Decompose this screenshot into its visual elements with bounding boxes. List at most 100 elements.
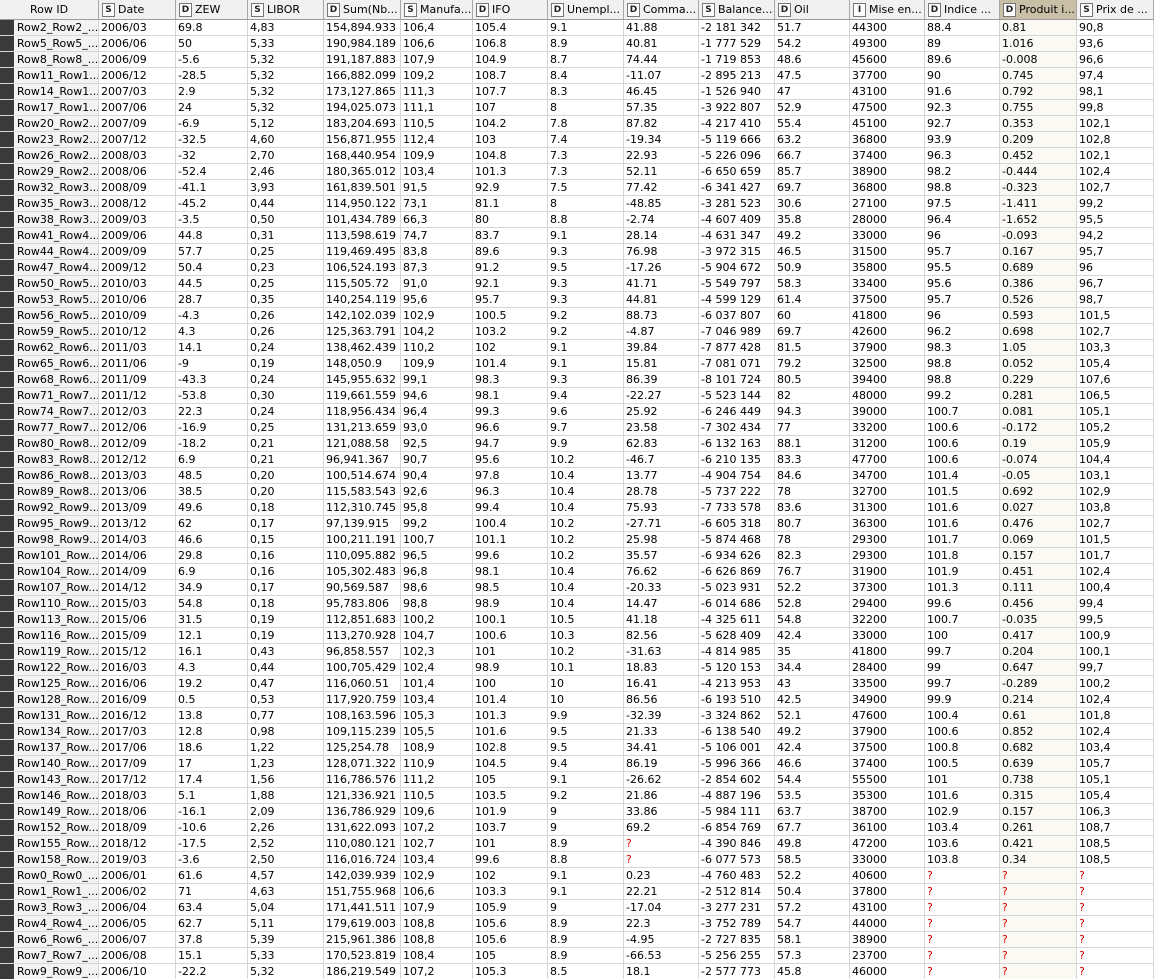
table-row[interactable]: Row110_Row... 2015/03 54.8 0,18 95,783.806 98… (0, 596, 1154, 612)
table-cell[interactable]: 10.2 (548, 548, 624, 564)
table-row[interactable]: Row140_Row... 2017/09 17 1,23 128,071.322 110… (0, 756, 1154, 772)
table-cell[interactable]: -0.05 (1000, 468, 1077, 484)
table-cell[interactable]: 1,23 (248, 756, 324, 772)
row-id-cell[interactable]: Row122_Row... (14, 660, 99, 676)
table-row[interactable]: Row3_Row3_... 2006/04 63.4 5,04 171,441.511 1… (0, 900, 1154, 916)
table-cell[interactable]: 61.6 (176, 868, 248, 884)
table-cell[interactable]: -0.074 (1000, 452, 1077, 468)
table-cell[interactable]: 106,6 (401, 884, 473, 900)
table-cell[interactable]: -5 874 468 (699, 532, 775, 548)
table-cell[interactable]: 25.92 (624, 404, 699, 420)
table-cell[interactable]: 94,6 (401, 388, 473, 404)
table-cell[interactable]: 87,3 (401, 260, 473, 276)
table-cell[interactable]: 49.6 (176, 500, 248, 516)
table-cell[interactable]: 13.8 (176, 708, 248, 724)
table-cell[interactable]: 95.7 (925, 244, 1000, 260)
table-cell[interactable]: 100,705.429 (324, 660, 401, 676)
table-cell[interactable]: -1.652 (1000, 212, 1077, 228)
table-cell[interactable]: 95,6 (401, 292, 473, 308)
table-row[interactable]: Row89_Row8... 2013/06 38.5 0,20 115,583.543 9… (0, 484, 1154, 500)
row-id-cell[interactable]: Row98_Row9... (14, 532, 99, 548)
table-cell[interactable]: 76.7 (775, 564, 850, 580)
table-row[interactable]: Row20_Row2... 2007/09 -6.9 5,12 183,204.693 1… (0, 116, 1154, 132)
table-cell[interactable]: 86.39 (624, 372, 699, 388)
table-cell[interactable]: -66.53 (624, 948, 699, 964)
table-cell[interactable]: 47700 (850, 452, 925, 468)
table-cell[interactable]: 98.1 (473, 388, 548, 404)
table-cell[interactable]: 98.2 (925, 164, 1000, 180)
table-cell[interactable]: -4 814 985 (699, 644, 775, 660)
table-cell[interactable]: 98.3 (925, 340, 1000, 356)
table-cell[interactable]: 5,32 (248, 52, 324, 68)
table-cell[interactable]: 103,4 (401, 164, 473, 180)
table-row[interactable]: Row29_Row2... 2008/06 -52.4 2,46 180,365.012… (0, 164, 1154, 180)
table-cell[interactable]: 100.6 (925, 436, 1000, 452)
table-cell[interactable]: 102 (473, 340, 548, 356)
column-header-7[interactable]: D Unempl... (548, 0, 624, 19)
table-cell[interactable]: 42.5 (775, 692, 850, 708)
table-cell[interactable]: 0.214 (1000, 692, 1077, 708)
table-cell[interactable]: -3.5 (176, 212, 248, 228)
table-cell[interactable]: 41.88 (624, 20, 699, 36)
table-cell[interactable]: 62.7 (176, 916, 248, 932)
row-id-cell[interactable]: Row7_Row7_... (14, 948, 99, 964)
table-cell[interactable]: 0.692 (1000, 484, 1077, 500)
table-cell[interactable]: 42.4 (775, 628, 850, 644)
table-cell[interactable]: 90,4 (401, 468, 473, 484)
table-cell[interactable]: 29.8 (176, 548, 248, 564)
table-cell[interactable]: 154,894.933 (324, 20, 401, 36)
table-cell[interactable]: 8.8 (548, 212, 624, 228)
table-cell[interactable]: 101.9 (473, 804, 548, 820)
table-cell[interactable]: 0.639 (1000, 756, 1077, 772)
table-cell[interactable]: 0.647 (1000, 660, 1077, 676)
table-cell[interactable]: 107,9 (401, 900, 473, 916)
table-cell[interactable]: ? (624, 852, 699, 868)
row-id-cell[interactable]: Row56_Row5... (14, 308, 99, 324)
table-cell[interactable]: 191,187.883 (324, 52, 401, 68)
table-row[interactable]: Row26_Row2... 2008/03 -32 2,70 168,440.954 10… (0, 148, 1154, 164)
table-cell[interactable]: 112,851.683 (324, 612, 401, 628)
table-cell[interactable]: 4,83 (248, 20, 324, 36)
table-cell[interactable]: 2012/09 (99, 436, 176, 452)
table-cell[interactable]: -17.04 (624, 900, 699, 916)
table-cell[interactable]: -4 599 129 (699, 292, 775, 308)
table-cell[interactable]: 9.3 (548, 244, 624, 260)
table-cell[interactable]: 2006/08 (99, 948, 176, 964)
table-cell[interactable]: -2 181 342 (699, 20, 775, 36)
table-cell[interactable]: ? (925, 948, 1000, 964)
table-cell[interactable]: 105,9 (1077, 436, 1154, 452)
table-cell[interactable]: 15.81 (624, 356, 699, 372)
table-cell[interactable]: 54.2 (775, 36, 850, 52)
table-cell[interactable]: 95,7 (1077, 244, 1154, 260)
table-cell[interactable]: 98.9 (473, 596, 548, 612)
table-cell[interactable]: 102,7 (1077, 180, 1154, 196)
table-cell[interactable]: 9 (548, 804, 624, 820)
row-id-cell[interactable]: Row53_Row5... (14, 292, 99, 308)
table-cell[interactable]: 37300 (850, 580, 925, 596)
table-cell[interactable]: 102,3 (401, 644, 473, 660)
table-cell[interactable]: 166,882.099 (324, 68, 401, 84)
table-row[interactable]: Row35_Row3... 2008/12 -45.2 0,44 114,950.122… (0, 196, 1154, 212)
table-cell[interactable]: 96,5 (401, 548, 473, 564)
table-cell[interactable]: 0,18 (248, 500, 324, 516)
table-cell[interactable]: -7 302 434 (699, 420, 775, 436)
table-cell[interactable]: 2007/06 (99, 100, 176, 116)
table-cell[interactable]: 81.1 (473, 196, 548, 212)
table-cell[interactable]: 100 (925, 628, 1000, 644)
table-cell[interactable]: 35 (775, 644, 850, 660)
table-cell[interactable]: 105,4 (1077, 356, 1154, 372)
table-cell[interactable]: 57.3 (775, 948, 850, 964)
table-cell[interactable]: 9.4 (548, 388, 624, 404)
table-cell[interactable]: 95.5 (925, 260, 1000, 276)
table-cell[interactable]: -7 081 071 (699, 356, 775, 372)
table-cell[interactable]: 25.98 (624, 532, 699, 548)
row-id-cell[interactable]: Row152_Row... (14, 820, 99, 836)
table-cell[interactable]: 103,8 (1077, 500, 1154, 516)
table-cell[interactable]: 17 (176, 756, 248, 772)
table-cell[interactable]: 112,310.745 (324, 500, 401, 516)
row-id-cell[interactable]: Row125_Row... (14, 676, 99, 692)
table-cell[interactable]: 102,4 (1077, 692, 1154, 708)
table-row[interactable]: Row83_Row8... 2012/12 6.9 0,21 96,941.367 90,… (0, 452, 1154, 468)
table-cell[interactable]: 0,16 (248, 548, 324, 564)
table-cell[interactable]: 110,2 (401, 340, 473, 356)
